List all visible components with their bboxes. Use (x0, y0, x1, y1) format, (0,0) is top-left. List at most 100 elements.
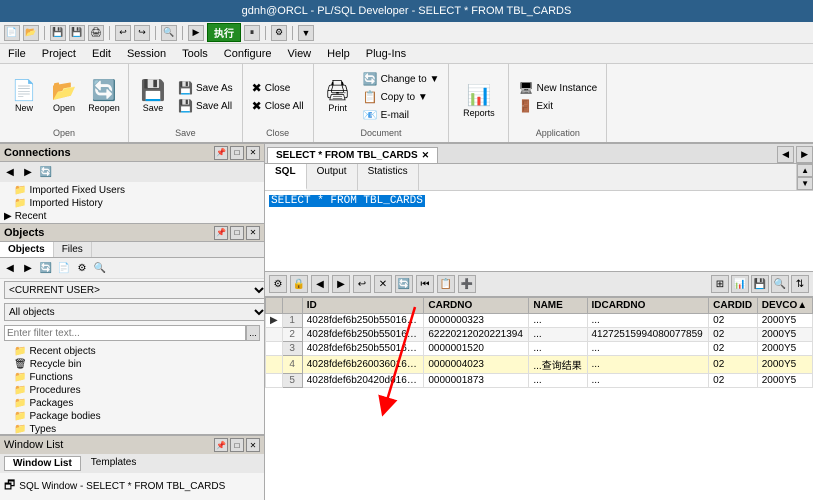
ribbon-closeall-btn[interactable]: ✖ Close All (249, 98, 307, 114)
res-btn-1[interactable]: ⚙ (269, 275, 287, 293)
obj-forward-btn[interactable]: ▶ (20, 260, 36, 276)
ribbon-reports-btn[interactable]: 📊 Reports (461, 84, 497, 120)
ribbon-saveas-btn[interactable]: 💾 Save As (175, 80, 236, 96)
window-item-sql[interactable]: 🗗 SQL Window - SELECT * FROM TBL_CARDS (4, 475, 260, 498)
res-btn-3[interactable]: ▶ (332, 275, 350, 293)
obj-recycle[interactable]: 🗑 Recycle bin (2, 358, 262, 371)
ribbon-exit-btn[interactable]: 🚪 Exit (515, 98, 600, 114)
ribbon-print-btn[interactable]: 🖨 Print (320, 79, 356, 115)
qt-undo-btn[interactable]: ↩ (115, 25, 131, 41)
conn-forward-btn[interactable]: ▶ (20, 164, 36, 180)
tab-output[interactable]: Output (307, 164, 358, 190)
obj-functions[interactable]: 📁 Functions (2, 371, 262, 384)
tab-templates[interactable]: Templates (83, 456, 145, 471)
connections-close-btn[interactable]: ✕ (246, 146, 260, 160)
res-btn-2[interactable]: ◀ (311, 275, 329, 293)
qt-new-btn[interactable]: 📄 (4, 25, 20, 41)
col-idcardno[interactable]: IDCARDNO (587, 298, 709, 314)
qt-debug-btn[interactable]: ⏸ (244, 25, 260, 41)
conn-refresh-btn[interactable]: 🔄 (38, 164, 54, 180)
conn-back-btn[interactable]: ◀ (2, 164, 18, 180)
doc-tab-close-btn[interactable]: ✕ (422, 150, 430, 161)
qt-execute-btn[interactable]: 执行 (207, 23, 241, 42)
objects-close-btn[interactable]: ✕ (246, 226, 260, 240)
editor-scroll-up-btn[interactable]: ▲ (797, 164, 813, 177)
res-chart-btn[interactable]: 📊 (731, 275, 749, 293)
objects-float-btn[interactable]: □ (230, 226, 244, 240)
obj-types[interactable]: 📁 Types (2, 423, 262, 434)
filter-btn[interactable]: ... (246, 325, 260, 341)
ribbon-save-btn[interactable]: 💾 Save (135, 79, 171, 115)
res-grid-btn[interactable]: ⊞ (711, 275, 729, 293)
ribbon-email-btn[interactable]: 📧 E-mail (360, 107, 443, 123)
tab-sql[interactable]: SQL (265, 164, 307, 190)
obj-procedures[interactable]: 📁 Procedures (2, 384, 262, 397)
ribbon-changeto-btn[interactable]: 🔄 Change to ▼ (360, 71, 443, 87)
tab-objects[interactable]: Objects (0, 242, 54, 257)
connections-pin-btn[interactable]: 📌 (214, 146, 228, 160)
qt-dropdown-btn[interactable]: ▼ (298, 25, 314, 41)
menu-tools[interactable]: Tools (174, 46, 216, 62)
col-devco[interactable]: DEVCO▲ (757, 298, 812, 314)
qt-search-btn[interactable]: 🔍 (161, 25, 177, 41)
res-btn-7[interactable]: ⏮ (416, 275, 434, 293)
menu-project[interactable]: Project (34, 46, 84, 62)
res-export-btn[interactable]: 💾 (751, 275, 769, 293)
qt-saveas-btn[interactable]: 💾 (69, 25, 85, 41)
res-btn-4[interactable]: ↩ (353, 275, 371, 293)
menu-view[interactable]: View (279, 46, 319, 62)
qt-print-btn[interactable]: 🖨 (88, 25, 104, 41)
objects-pin-btn[interactable]: 📌 (214, 226, 228, 240)
menu-help[interactable]: Help (319, 46, 358, 62)
doc-scroll-left-btn[interactable]: ◀ (777, 146, 794, 163)
res-filter-btn[interactable]: 🔍 (771, 275, 789, 293)
doc-scroll-right-btn[interactable]: ▶ (796, 146, 813, 163)
filter-input[interactable] (4, 325, 246, 341)
col-name[interactable]: NAME (529, 298, 587, 314)
res-btn-8[interactable]: 📋 (437, 275, 455, 293)
obj-back-btn[interactable]: ◀ (2, 260, 18, 276)
obj-filter-icon-btn[interactable]: 🔍 (92, 260, 108, 276)
tab-windowlist[interactable]: Window List (4, 456, 81, 471)
menu-plugins[interactable]: Plug-Ins (358, 46, 414, 62)
conn-imported-history[interactable]: 📁 Imported History (2, 197, 262, 210)
result-grid[interactable]: ID CARDNO NAME IDCARDNO CARDID DEVCO▲ ▶ (265, 297, 813, 500)
col-id[interactable]: ID (302, 298, 424, 314)
editor-scroll-down-btn[interactable]: ▼ (797, 177, 813, 190)
ribbon-reopen-btn[interactable]: 🔄 Reopen (86, 79, 122, 115)
col-cardno[interactable]: CARDNO (424, 298, 529, 314)
doc-tab-main[interactable]: SELECT * FROM TBL_CARDS ✕ (267, 147, 438, 163)
obj-packages[interactable]: 📁 Packages (2, 397, 262, 410)
ribbon-saveall-btn[interactable]: 💾 Save All (175, 98, 236, 114)
menu-file[interactable]: File (0, 46, 34, 62)
qt-open-btn[interactable]: 📂 (23, 25, 39, 41)
ribbon-newinstance-btn[interactable]: 🖥 New Instance (515, 80, 600, 96)
ribbon-close-btn[interactable]: ✖ Close (249, 80, 307, 96)
menu-edit[interactable]: Edit (84, 46, 119, 62)
obj-refresh-btn[interactable]: 🔄 (38, 260, 54, 276)
obj-recent[interactable]: 📁 Recent objects (2, 345, 262, 358)
objects-user-select[interactable]: <CURRENT USER> (4, 281, 264, 299)
obj-gear-btn[interactable]: ⚙ (74, 260, 90, 276)
qt-save-btn[interactable]: 💾 (50, 25, 66, 41)
ribbon-copyto-btn[interactable]: 📋 Copy to ▼ (360, 89, 443, 105)
res-btn-6[interactable]: 🔄 (395, 275, 413, 293)
tab-statistics[interactable]: Statistics (358, 164, 419, 190)
qt-misc-btn[interactable]: ⚙ (271, 25, 287, 41)
qt-run-btn[interactable]: ▶ (188, 25, 204, 41)
menu-configure[interactable]: Configure (216, 46, 280, 62)
objects-type-select[interactable]: All objects (4, 303, 264, 321)
ribbon-open-btn[interactable]: 📂 Open (46, 79, 82, 115)
wl-close-btn[interactable]: ✕ (246, 438, 260, 452)
ribbon-new-btn[interactable]: 📄 New (6, 79, 42, 115)
res-sort-btn[interactable]: ⇅ (791, 275, 809, 293)
res-btn-9[interactable]: ➕ (458, 275, 476, 293)
tab-files[interactable]: Files (54, 242, 92, 257)
wl-float-btn[interactable]: □ (230, 438, 244, 452)
conn-recent[interactable]: ▶ Recent (2, 210, 262, 223)
menu-session[interactable]: Session (119, 46, 174, 62)
sql-text[interactable]: SELECT * FROM TBL_CARDS (269, 195, 425, 207)
qt-redo-btn[interactable]: ↪ (134, 25, 150, 41)
sql-editor[interactable]: SELECT * FROM TBL_CARDS (265, 191, 813, 271)
obj-new-btn[interactable]: 📄 (56, 260, 72, 276)
